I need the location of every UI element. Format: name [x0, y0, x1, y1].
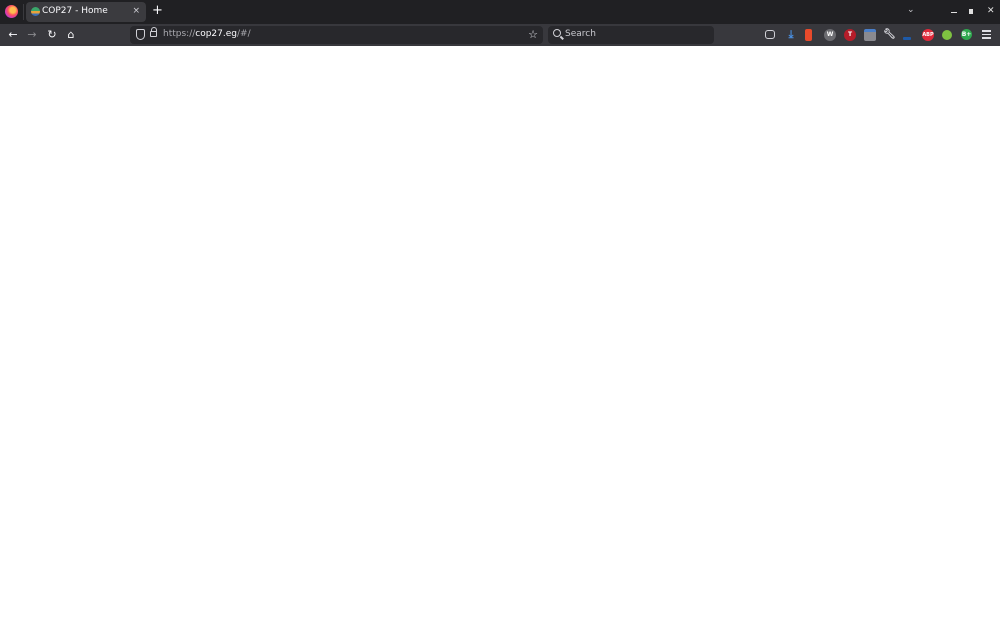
tab-separator	[23, 4, 24, 20]
tracking-protection-shield-icon[interactable]	[136, 29, 145, 40]
new-tab-button[interactable]: +	[152, 4, 163, 18]
home-button[interactable]: ⌂	[64, 28, 78, 42]
extension-red-tag-icon[interactable]	[805, 29, 812, 41]
forward-button[interactable]: →	[25, 28, 39, 42]
back-button[interactable]: ←	[6, 28, 20, 42]
hamburger-menu-icon[interactable]	[982, 30, 991, 41]
window-minimize-button[interactable]	[951, 12, 957, 13]
extension-blue-badge-icon[interactable]	[864, 29, 876, 41]
tab-close-icon[interactable]: ×	[132, 6, 140, 16]
url-path: /#/	[237, 29, 251, 39]
bookmark-star-icon[interactable]: ☆	[528, 28, 538, 41]
reload-button[interactable]: ↻	[45, 28, 59, 42]
url-bar[interactable]: https://cop27.eg/#/ ☆	[130, 26, 543, 44]
page-content-blank	[0, 46, 1000, 635]
extension-w-icon[interactable]: W	[824, 29, 836, 41]
tab-title: COP27 - Home	[42, 6, 108, 16]
firefox-logo-icon[interactable]	[5, 5, 18, 18]
search-bar[interactable]: Search	[548, 26, 714, 44]
tab-cop27-home[interactable]: COP27 - Home ×	[26, 2, 146, 22]
extension-blue-bar-icon[interactable]	[903, 37, 911, 40]
url-scheme: https://	[163, 29, 196, 39]
window-close-button[interactable]: ✕	[987, 6, 995, 16]
adblock-plus-icon[interactable]: ABP	[922, 29, 934, 41]
extension-b-plus-icon[interactable]: B+	[961, 29, 972, 40]
downloads-icon[interactable]: ⤓	[785, 29, 797, 41]
search-input-placeholder[interactable]: Search	[565, 29, 596, 39]
url-text[interactable]: https://cop27.eg/#/	[163, 29, 251, 39]
navigation-toolbar: ← → ↻ ⌂ https://cop27.eg/#/ ☆ Search ⤓ W…	[0, 24, 1000, 46]
window-maximize-button[interactable]	[969, 9, 973, 14]
title-bar: COP27 - Home × + ⌄ ✕	[0, 0, 1000, 24]
pocket-icon[interactable]	[765, 30, 775, 39]
extension-t-icon[interactable]: T	[844, 29, 856, 41]
cop27-favicon-icon	[31, 7, 40, 16]
search-icon	[553, 29, 561, 37]
tools-wrench-icon[interactable]: 🔧︎	[883, 29, 896, 41]
list-all-tabs-chevron-down-icon[interactable]: ⌄	[907, 5, 917, 15]
url-host: cop27.eg	[195, 29, 237, 39]
lock-icon[interactable]	[150, 27, 157, 37]
extension-green-dot-icon[interactable]	[942, 30, 952, 40]
